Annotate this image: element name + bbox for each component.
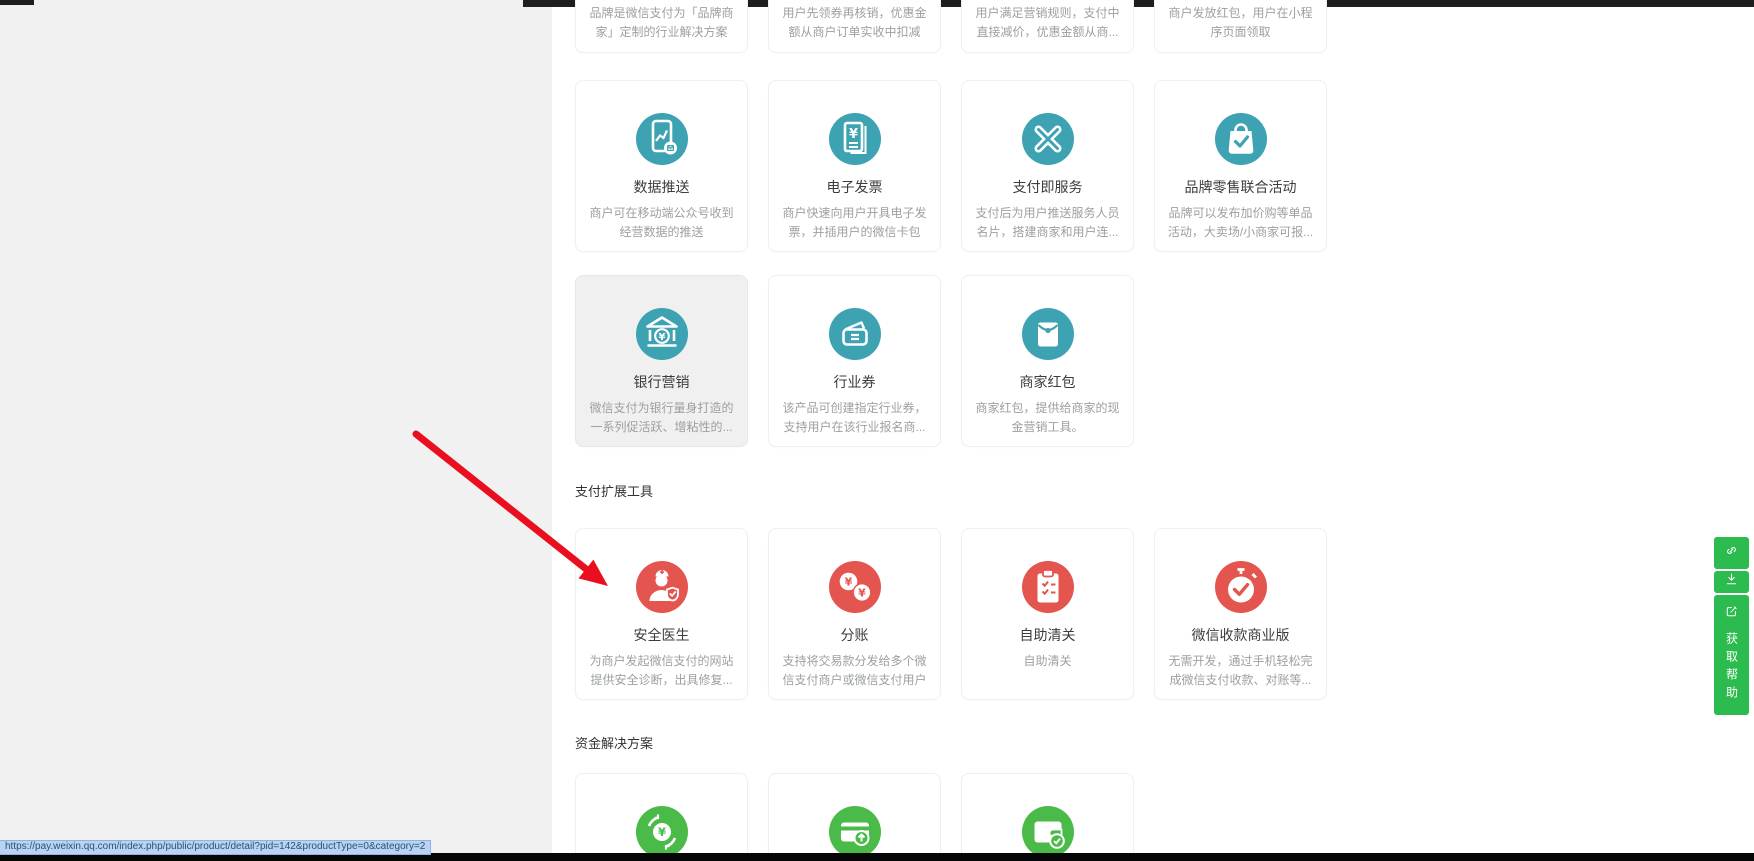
product-card[interactable]: ¥¥分账支持将交易款分发给多个微信支付商户或微信支付用户 [768,528,941,700]
product-card-row: 品牌是微信支付为「品牌商家」定制的行业解决方案 用户先领券再核销，优惠金额从商户订… [575,0,1335,53]
product-card[interactable] [768,773,941,861]
svg-text:¥: ¥ [858,587,866,600]
product-desc: 支付后为用户推送服务人员名片，搭建商家和用户连... [973,204,1122,242]
status-bar-url: https://pay.weixin.qq.com/index.php/publ… [0,840,431,855]
wechat-pay-product-page: 支付扩展工具 资金解决方案 品牌是微信支付为「品牌商家」定制的行业解决方案 用户先… [0,0,1754,861]
toolbar-button-get-help[interactable]: 获取帮助 [1714,595,1749,715]
toolbar-button-download[interactable] [1714,571,1749,593]
product-title: 银行营销 [576,372,747,392]
timer-check-icon [1215,561,1267,613]
svg-text:¥: ¥ [844,576,852,589]
shopping-bag-check-icon [1215,113,1267,165]
product-card[interactable]: 用户先领券再核销，优惠金额从商户订单实收中扣减 [768,0,941,53]
product-card-row: 数据推送商户可在移动端公众号收到经营数据的推送 ¥ 电子发票商户快速向用户开具电子发… [575,80,1335,252]
product-title: 微信收款商业版 [1155,625,1326,645]
product-card[interactable]: 数据推送商户可在移动端公众号收到经营数据的推送 [575,80,748,252]
product-desc: 该产品可创建指定行业券，支持用户在该行业报名商... [780,399,929,437]
product-card-row: ¥ 银行营销微信支付为银行量身打造的一系列促活跃、增粘性的... 行业券该产品可创建… [575,275,1335,447]
product-desc: 无需开发，通过手机轻松完成微信支付收款、对账等... [1166,652,1315,690]
product-card[interactable]: 品牌是微信支付为「品牌商家」定制的行业解决方案 [575,0,748,53]
product-title: 安全医生 [576,625,747,645]
product-desc: 用户先领券再核销，优惠金额从商户订单实收中扣减 [780,0,929,42]
product-desc: 商户发放红包，用户在小程序页面领取 [1166,0,1315,42]
product-card-grid: 品牌是微信支付为「品牌商家」定制的行业解决方案 用户先领券再核销，优惠金额从商户订… [575,0,1335,861]
service-link-icon [1022,113,1074,165]
product-title: 分账 [769,625,940,645]
product-desc: 商家红包，提供给商家的现金营销工具。 [973,399,1122,437]
link-icon [1723,542,1740,564]
product-card[interactable] [961,773,1134,861]
wallet-check-icon [1022,806,1074,858]
download-icon [1723,571,1740,593]
phone-chart-icon [636,113,688,165]
product-card[interactable]: ¥ 电子发票商户快速向用户开具电子发票，并插用户的微信卡包 [768,80,941,252]
product-card[interactable]: 微信收款商业版无需开发，通过手机轻松完成微信支付收款、对账等... [1154,528,1327,700]
svg-text:¥: ¥ [848,127,857,142]
product-card[interactable]: ¥ [575,773,748,861]
product-title: 品牌零售联合活动 [1155,177,1326,197]
svg-text:¥: ¥ [657,825,665,839]
product-title: 支付即服务 [962,177,1133,197]
get-help-label: 获取帮助 [1726,632,1738,704]
product-title: 电子发票 [769,177,940,197]
product-title: 数据推送 [576,177,747,197]
top-left-dark-bar [0,0,34,5]
product-card[interactable]: 行业券该产品可创建指定行业券，支持用户在该行业报名商... [768,275,941,447]
clipboard-check-icon [1022,561,1074,613]
section-header-funding-solutions: 资金解决方案 [575,733,653,752]
product-card[interactable]: 商家红包商家红包，提供给商家的现金营销工具。 [961,275,1134,447]
product-title: 自助清关 [962,625,1133,645]
product-card[interactable]: ¥ 银行营销微信支付为银行量身打造的一系列促活跃、增粘性的... [575,275,748,447]
edit-icon [1723,603,1740,625]
card-transfer-icon [829,806,881,858]
coin-cycle-icon: ¥ [636,806,688,858]
product-title: 商家红包 [962,372,1133,392]
red-packet-icon [1022,308,1074,360]
product-desc: 商户可在移动端公众号收到经营数据的推送 [587,204,736,242]
product-title: 行业券 [769,372,940,392]
product-desc: 品牌可以发布加价购等单品活动，大卖场/小商家可报... [1166,204,1315,242]
product-desc: 支持将交易款分发给多个微信支付商户或微信支付用户 [780,652,929,690]
bank-yen-icon: ¥ [636,308,688,360]
product-card-row: ¥ [575,773,1335,861]
product-desc: 自助清关 [973,652,1122,671]
product-desc: 品牌是微信支付为「品牌商家」定制的行业解决方案 [587,0,736,42]
product-card[interactable]: 支付即服务支付后为用户推送服务人员名片，搭建商家和用户连... [961,80,1134,252]
section-header-payment-tools: 支付扩展工具 [575,481,653,500]
product-card-row: 安全医生为商户发起微信支付的网站提供安全诊断，出具修复...¥¥分账支持将交易款… [575,528,1335,700]
security-doctor-icon [636,561,688,613]
product-desc: 为商户发起微信支付的网站提供安全诊断，出具修复... [587,652,736,690]
product-desc: 商户快速向用户开具电子发票，并插用户的微信卡包 [780,204,929,242]
split-yen-icon: ¥¥ [829,561,881,613]
page-left-gutter [0,0,552,861]
product-desc: 微信支付为银行量身打造的一系列促活跃、增粘性的... [587,399,736,437]
product-card[interactable]: 商户发放红包，用户在小程序页面领取 [1154,0,1327,53]
product-card[interactable]: 用户满足营销规则，支付中直接减价，优惠金额从商... [961,0,1134,53]
product-card[interactable]: 安全医生为商户发起微信支付的网站提供安全诊断，出具修复... [575,528,748,700]
product-card[interactable]: 自助清关自助清关 [961,528,1134,700]
invoice-icon: ¥ [829,113,881,165]
toolbar-button-link[interactable] [1714,537,1749,569]
product-card[interactable]: 品牌零售联合活动品牌可以发布加价购等单品活动，大卖场/小商家可报... [1154,80,1327,252]
product-desc: 用户满足营销规则，支付中直接减价，优惠金额从商... [973,0,1122,42]
coupon-icon [829,308,881,360]
svg-text:¥: ¥ [658,332,665,343]
